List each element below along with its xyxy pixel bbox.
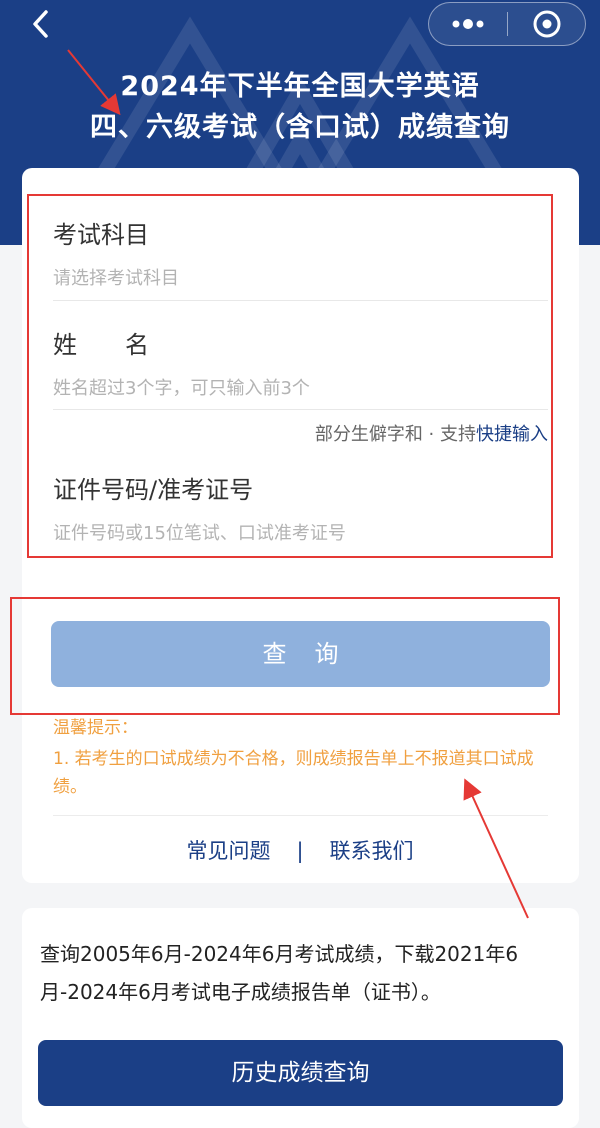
- faq-link[interactable]: 常见问题: [186, 835, 270, 865]
- tips-title: 温馨提示：: [53, 718, 138, 738]
- close-button[interactable]: [509, 3, 585, 45]
- page-title-line2: 四、六级考试（含口试）成绩查询: [90, 112, 510, 143]
- tips-item: 1. 若考生的口试成绩为不合格，则成绩报告单上不报道其口试成绩。: [53, 749, 534, 797]
- more-button[interactable]: [429, 3, 507, 45]
- contact-link[interactable]: 联系我们: [330, 835, 414, 865]
- annotation-box-button: [10, 597, 560, 715]
- footer-links: 常见问题 | 联系我们: [0, 835, 600, 865]
- annotation-box-form: [27, 194, 553, 558]
- link-separator: |: [296, 839, 304, 863]
- divider: [53, 815, 548, 816]
- capsule-divider: [507, 12, 508, 36]
- back-arrow-icon: [33, 10, 48, 38]
- history-description: 查询2005年6月-2024年6月考试成绩，下载2021年6月-2024年6月考…: [40, 942, 519, 1004]
- history-query-button[interactable]: 历史成绩查询: [38, 1040, 563, 1106]
- page-title-line1: 2024年下半年全国大学英语: [120, 71, 480, 102]
- mini-program-capsule: [428, 2, 586, 46]
- close-circle-icon: [533, 10, 561, 38]
- back-button[interactable]: [24, 6, 60, 42]
- more-dots-icon: [452, 19, 484, 29]
